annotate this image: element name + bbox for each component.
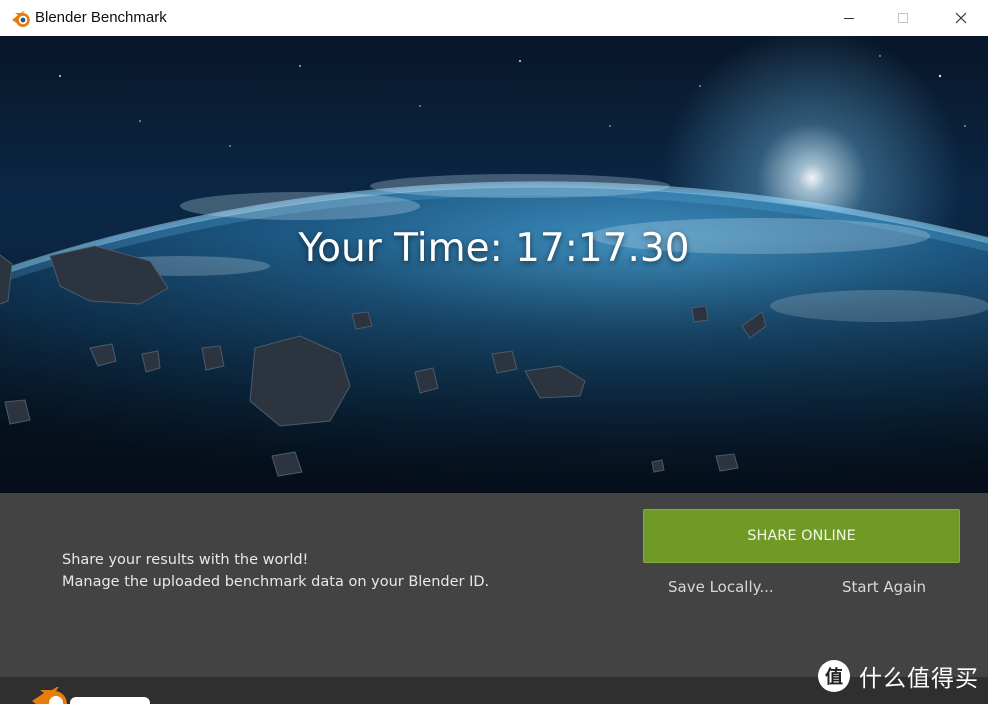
blender-logo-icon [12,10,30,27]
window-title: Blender Benchmark [35,9,167,26]
stars [59,55,966,147]
benchmark-result-time: Your Time: 17:17.30 [298,226,690,271]
close-icon [955,12,967,24]
maximize-button[interactable] [874,0,932,36]
hero-banner: Your Time: 17:17.30 [0,36,988,493]
watermark: 值 什么值得买 [818,660,979,692]
blender-footer-logo-icon [32,687,150,704]
share-online-button[interactable]: SHARE ONLINE [643,509,960,563]
start-again-button[interactable]: Start Again [842,578,926,596]
close-button[interactable] [932,0,988,36]
maximize-icon [898,13,908,23]
watermark-text: 什么值得买 [859,666,979,692]
title-bar: Blender Benchmark [0,0,988,36]
minimize-icon [844,18,854,19]
save-locally-button[interactable]: Save Locally... [668,578,774,596]
manage-message: Manage the uploaded benchmark data on yo… [62,574,490,590]
minimize-button[interactable] [820,0,878,36]
watermark-badge: 值 [818,660,850,692]
results-panel: Share your results with the world! Manag… [0,493,988,677]
share-message: Share your results with the world! [62,552,309,568]
